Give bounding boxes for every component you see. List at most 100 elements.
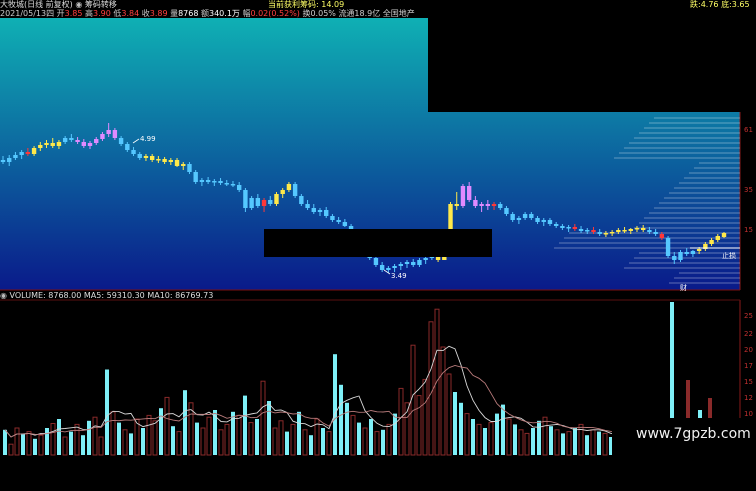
volume-bar (195, 422, 199, 455)
candle-body (479, 204, 484, 206)
volume-bar (585, 435, 589, 455)
chip-pct-readout: 跌:4.76 底:3.65 (690, 0, 750, 10)
candle-body (473, 200, 478, 206)
candle-body (299, 196, 304, 204)
candle-body (485, 204, 491, 206)
price-candle (274, 192, 279, 206)
stop-loss-label: 止损 (722, 251, 736, 260)
volume-bar (453, 392, 457, 455)
pct2-label: 底: (721, 0, 732, 9)
volume-bar (33, 438, 37, 455)
candle-body (659, 234, 665, 238)
volume-bar (243, 395, 247, 455)
candle-body (678, 252, 683, 260)
candle-body (292, 184, 298, 196)
candle-body (212, 181, 217, 183)
candle-body (572, 227, 578, 229)
candle-body (56, 142, 62, 146)
volume-bar (117, 422, 121, 455)
candle-body (100, 134, 105, 139)
open-label: 开 (56, 9, 65, 18)
volume-indicator-label: VOLUME: 8768.00 MA5: 59310.30 MA10: 8676… (9, 291, 214, 300)
candle-body (112, 130, 118, 138)
close-label: 收 (141, 9, 150, 18)
low-value: 3.84 (121, 9, 140, 18)
candle-body (553, 224, 559, 226)
candle-body (522, 214, 528, 218)
candle-body (398, 264, 403, 266)
volume-bar (381, 429, 385, 455)
candle-body (417, 260, 422, 265)
high-value: 3.90 (93, 9, 111, 18)
candle-body (392, 266, 397, 268)
price-candle (249, 196, 254, 210)
candle-body (510, 214, 515, 220)
candle-body (143, 156, 149, 158)
sector-value: 全国地产 (382, 9, 415, 18)
volume-bar (393, 413, 397, 455)
volume-bar (339, 384, 343, 455)
candle-body (653, 232, 658, 234)
indicator-name[interactable]: 筹码转移 (85, 0, 117, 9)
stock-chart-window: 61 35 15 4.99 3.49 止损 财 25 22 20 17 15 1… (0, 0, 756, 487)
candle-body (87, 143, 93, 146)
high-label: 高 (85, 9, 94, 18)
candle-body (0, 160, 6, 162)
candle-body (311, 208, 316, 212)
candle-body (274, 194, 279, 204)
candle-body (634, 228, 640, 230)
vol-tick-25: 25 (744, 312, 753, 320)
volume-bar (537, 420, 541, 455)
price-candle (292, 182, 298, 198)
candle-body (7, 158, 12, 162)
volume-bar (561, 433, 565, 455)
volume-bar (87, 420, 91, 455)
price-tick-61: 61 (744, 126, 753, 134)
volume-bar (105, 369, 109, 455)
volume-bar (21, 433, 25, 455)
candle-body (19, 152, 24, 155)
candle-body (609, 232, 615, 234)
price-candle (193, 170, 198, 184)
candle-body (44, 143, 49, 145)
candle-body (504, 208, 509, 214)
top-right-overlay (428, 18, 756, 112)
profit-value: 14.09 (321, 0, 345, 9)
volume-bar (45, 428, 49, 455)
candle-body (317, 210, 323, 212)
candle-body (684, 252, 689, 254)
candle-body (205, 180, 211, 182)
candle-body (535, 218, 540, 222)
volume-bar (255, 419, 259, 455)
candle-body (715, 236, 720, 240)
candle-body (280, 190, 285, 194)
profit-label: 当前获利筹码: (268, 0, 319, 9)
candle-body (125, 144, 130, 150)
chart-canvas[interactable]: 61 35 15 4.99 3.49 止损 财 25 22 20 17 15 1… (0, 0, 756, 487)
pct-value: 4.76 (700, 0, 719, 9)
candle-body (628, 229, 633, 231)
volume-bar (57, 419, 61, 455)
candle-body (75, 140, 80, 142)
candle-body (696, 249, 702, 251)
volume-bar (309, 435, 313, 455)
security-title[interactable]: 大牧城(日线 前复权) (0, 0, 73, 9)
candle-body (118, 138, 124, 144)
candle-body (721, 233, 727, 237)
candle-body (640, 228, 646, 230)
candle-body (94, 139, 99, 143)
candle-body (404, 262, 410, 264)
candle-body (255, 198, 261, 206)
bar-date: 2021/05/13四 (0, 9, 55, 18)
volume-bar (159, 408, 163, 455)
volume-bar (183, 390, 187, 455)
candle-body (411, 262, 416, 265)
volume-bar (285, 431, 289, 455)
candle-body (423, 258, 428, 260)
volume-bar (171, 426, 175, 455)
candle-body (261, 200, 267, 206)
candle-body (498, 204, 503, 208)
volume-bar (333, 354, 337, 455)
candle-body (560, 226, 565, 228)
indicator-dot-icon: ◉ (75, 0, 83, 9)
